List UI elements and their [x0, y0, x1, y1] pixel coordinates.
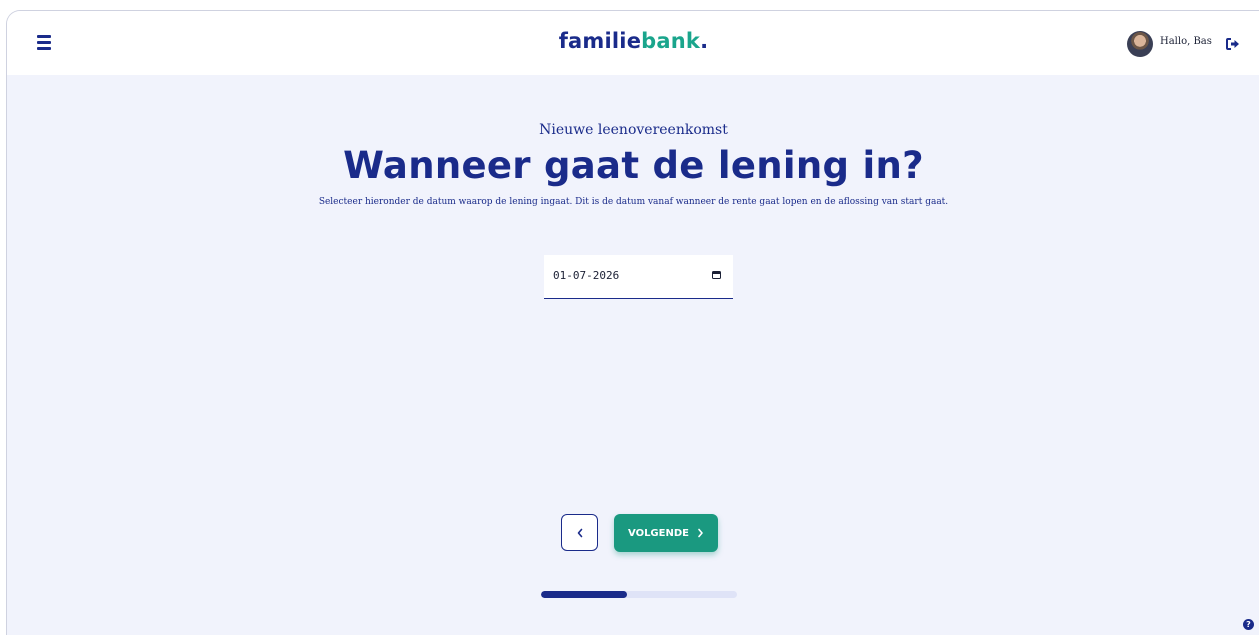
progress-bar — [541, 591, 737, 598]
back-button[interactable] — [561, 514, 598, 551]
page-subtitle: Nieuwe leenovereenkomst — [539, 122, 728, 138]
calendar-icon[interactable] — [712, 271, 721, 279]
app-frame: familiebank. Hallo, Bas Nieuwe leenovere… — [6, 10, 1259, 635]
chevron-left-icon — [577, 528, 582, 537]
user-greeting[interactable]: Hallo, Bas — [1160, 36, 1212, 47]
logout-icon[interactable] — [1226, 35, 1240, 54]
chevron-right-icon — [698, 528, 703, 538]
page-description: Selecteer hieronder de datum waarop de l… — [318, 197, 949, 207]
avatar[interactable] — [1127, 31, 1153, 57]
logo-text-familie: familie — [558, 29, 642, 53]
start-date-value: 01-07-2026 — [553, 269, 620, 282]
next-button[interactable]: VOLGENDE — [614, 514, 718, 552]
next-button-label: VOLGENDE — [628, 527, 689, 539]
help-icon[interactable]: ? — [1243, 619, 1254, 630]
progress-fill — [541, 591, 628, 598]
logo-dot: . — [700, 29, 709, 53]
familiebank-logo[interactable]: familiebank. — [7, 29, 1259, 53]
top-header: familiebank. Hallo, Bas — [7, 11, 1259, 75]
logo-text-bank: bank — [641, 29, 701, 53]
page-title: Wanneer gaat de lening in? — [343, 144, 924, 187]
start-date-input[interactable]: 01-07-2026 — [544, 255, 733, 299]
